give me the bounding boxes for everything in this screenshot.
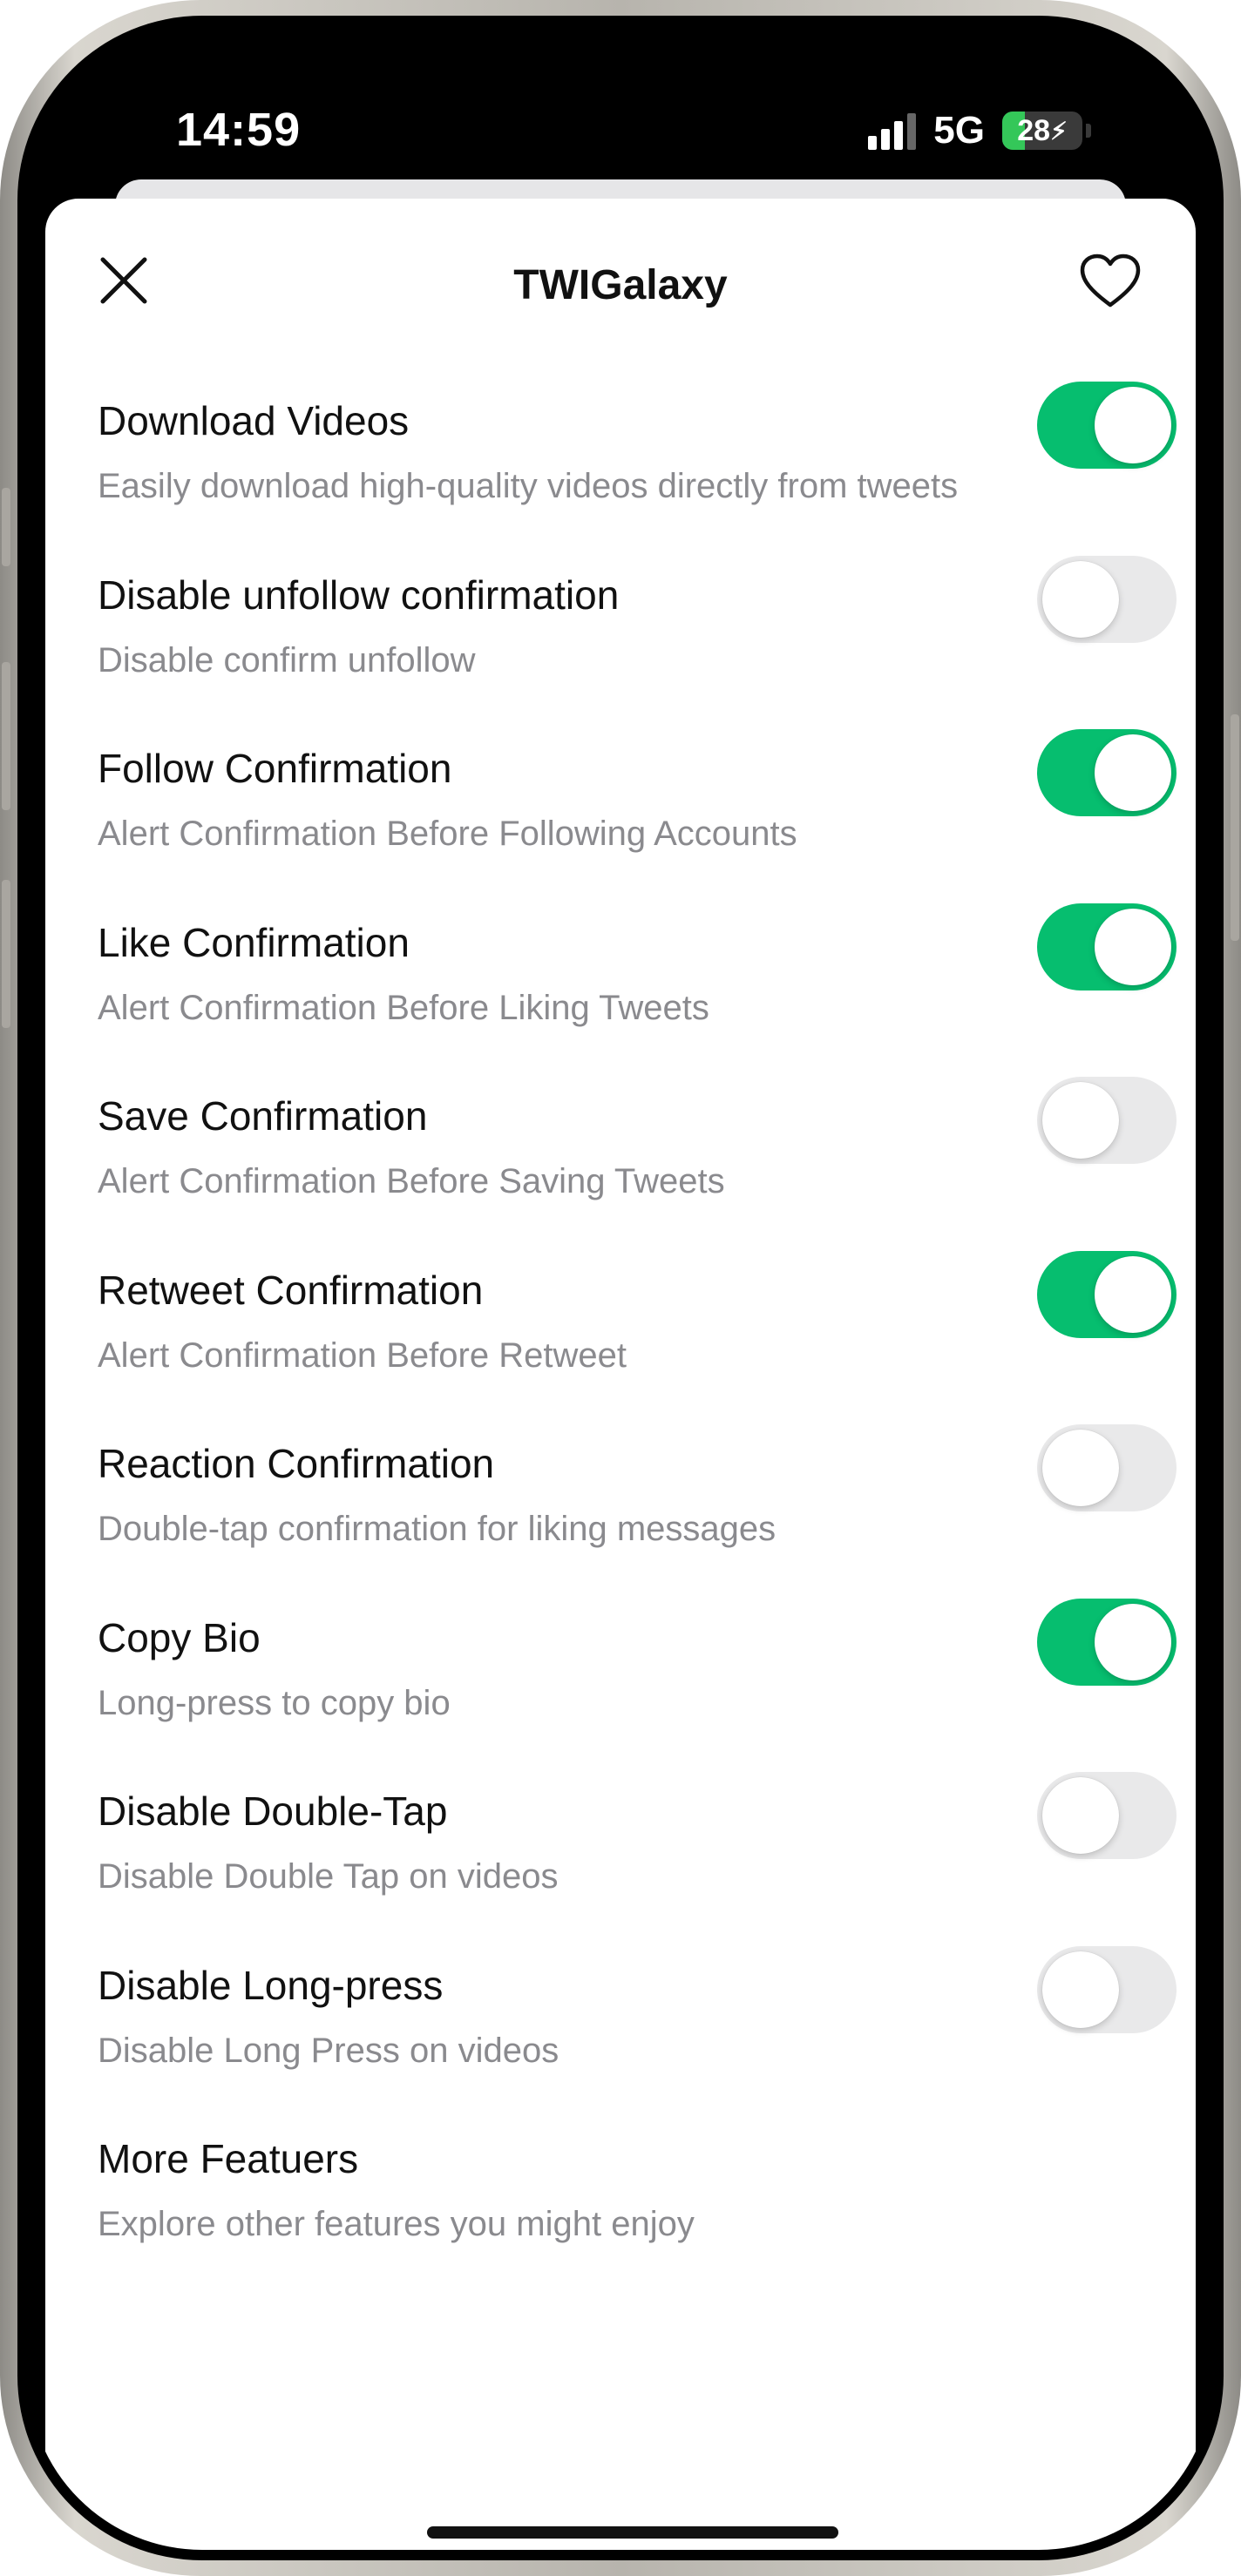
setting-title: Like Confirmation <box>98 919 410 965</box>
setting-row-save-confirmation: Save Confirmation Alert Confirmation Befo… <box>45 1077 1196 1251</box>
toggle-switch[interactable] <box>1037 555 1177 643</box>
side-button-action <box>2 488 10 566</box>
more-features-description: Explore other features you might enjoy <box>98 2205 695 2243</box>
setting-row-follow-confirmation: Follow Confirmation Alert Confirmation Be… <box>45 729 1196 903</box>
setting-row-disable-unfollow-confirmation: Disable unfollow confirmation Disable con… <box>45 555 1196 730</box>
setting-description: Double-tap confirmation for liking messa… <box>98 1510 776 1548</box>
toggle-switch[interactable] <box>1037 1424 1177 1511</box>
battery-cap <box>1086 124 1091 138</box>
more-features-title: More Featuers <box>98 2136 359 2181</box>
toggle-knob <box>1095 1255 1171 1333</box>
toggle-knob <box>1095 734 1171 811</box>
screen: 14:59 5G 28 ⚡︎ TWIGalaxy Download Videos… <box>28 26 1213 2550</box>
setting-row-disable-long-press: Disable Long-press Disable Long Press on … <box>45 1945 1196 2120</box>
setting-description: Alert Confirmation Before Saving Tweets <box>98 1162 725 1200</box>
setting-row-like-confirmation: Like Confirmation Alert Confirmation Befo… <box>45 903 1196 1078</box>
toggle-switch[interactable] <box>1037 1598 1177 1686</box>
setting-title: Reaction Confirmation <box>98 1441 495 1486</box>
toggle-knob <box>1042 560 1119 638</box>
setting-title: Disable Long-press <box>98 1962 444 2008</box>
setting-description: Alert Confirmation Before Following Acco… <box>98 815 797 853</box>
setting-row-download-videos: Download Videos Easily download high-qual… <box>45 382 1196 556</box>
toggle-knob <box>1095 1603 1171 1680</box>
setting-title: Retweet Confirmation <box>98 1267 484 1313</box>
network-type: 5G <box>933 109 985 152</box>
setting-title: Disable unfollow confirmation <box>98 571 620 618</box>
status-time: 14:59 <box>176 104 302 156</box>
settings-list: Download Videos Easily download high-qual… <box>45 382 1196 2294</box>
toggle-switch[interactable] <box>1037 903 1177 991</box>
setting-title: Download Videos <box>98 398 410 443</box>
setting-description: Long-press to copy bio <box>98 1683 451 1722</box>
cellular-signal-icon <box>868 112 917 150</box>
more-features-row[interactable]: More Featuers Explore other features you … <box>45 2120 1196 2294</box>
setting-description: Disable Long Press on videos <box>98 2031 559 2070</box>
sheet-header: TWIGalaxy <box>45 199 1196 355</box>
setting-description: Alert Confirmation Before Liking Tweets <box>98 988 709 1027</box>
setting-description: Disable confirm unfollow <box>98 640 476 679</box>
toggle-knob <box>1095 908 1171 985</box>
status-indicators: 5G 28 ⚡︎ <box>868 106 1091 155</box>
toggle-switch[interactable] <box>1037 1077 1177 1164</box>
page-title: TWIGalaxy <box>513 262 728 308</box>
toggle-switch[interactable] <box>1037 729 1177 816</box>
favorite-button[interactable] <box>1079 253 1142 310</box>
battery-icon: 28 ⚡︎ <box>1002 112 1082 150</box>
setting-title: Disable Double-Tap <box>98 1788 448 1834</box>
toggle-knob <box>1095 387 1171 463</box>
battery-level: 28 <box>1017 113 1051 147</box>
side-button-volume-down <box>2 880 10 1028</box>
toggle-switch[interactable] <box>1037 1772 1177 1859</box>
toggle-switch[interactable] <box>1037 1250 1177 1338</box>
setting-description: Alert Confirmation Before Retweet <box>98 1335 627 1375</box>
setting-row-reaction-confirmation: Reaction Confirmation Double-tap confirma… <box>45 1424 1196 1599</box>
home-indicator[interactable] <box>427 2526 838 2539</box>
setting-row-retweet-confirmation: Retweet Confirmation Alert Confirmation B… <box>45 1250 1196 1425</box>
bezel: 14:59 5G 28 ⚡︎ TWIGalaxy Download Videos… <box>17 16 1224 2560</box>
setting-title: Follow Confirmation <box>98 746 452 791</box>
setting-description: Disable Double Tap on videos <box>98 1857 559 1896</box>
heart-icon <box>1080 254 1141 308</box>
charging-bolt-icon: ⚡︎ <box>1050 117 1068 145</box>
side-button-volume-up <box>2 662 10 810</box>
settings-sheet: TWIGalaxy Download Videos Easily download… <box>45 199 1196 2550</box>
phone-frame: 14:59 5G 28 ⚡︎ TWIGalaxy Download Videos… <box>0 0 1241 2576</box>
setting-row-disable-double-tap: Disable Double-Tap Disable Double Tap on … <box>45 1772 1196 1946</box>
side-button-power <box>1231 714 1239 941</box>
toggle-knob <box>1042 1430 1119 1506</box>
toggle-knob <box>1042 1777 1119 1854</box>
toggle-switch[interactable] <box>1037 1945 1177 2033</box>
setting-description: Easily download high-quality videos dire… <box>98 467 959 505</box>
setting-row-copy-bio: Copy Bio Long-press to copy bio <box>45 1598 1196 1773</box>
toggle-switch[interactable] <box>1037 382 1177 469</box>
setting-title: Copy Bio <box>98 1614 261 1660</box>
toggle-knob <box>1042 1082 1119 1159</box>
toggle-knob <box>1042 1951 1119 2028</box>
setting-title: Save Confirmation <box>98 1093 428 1139</box>
